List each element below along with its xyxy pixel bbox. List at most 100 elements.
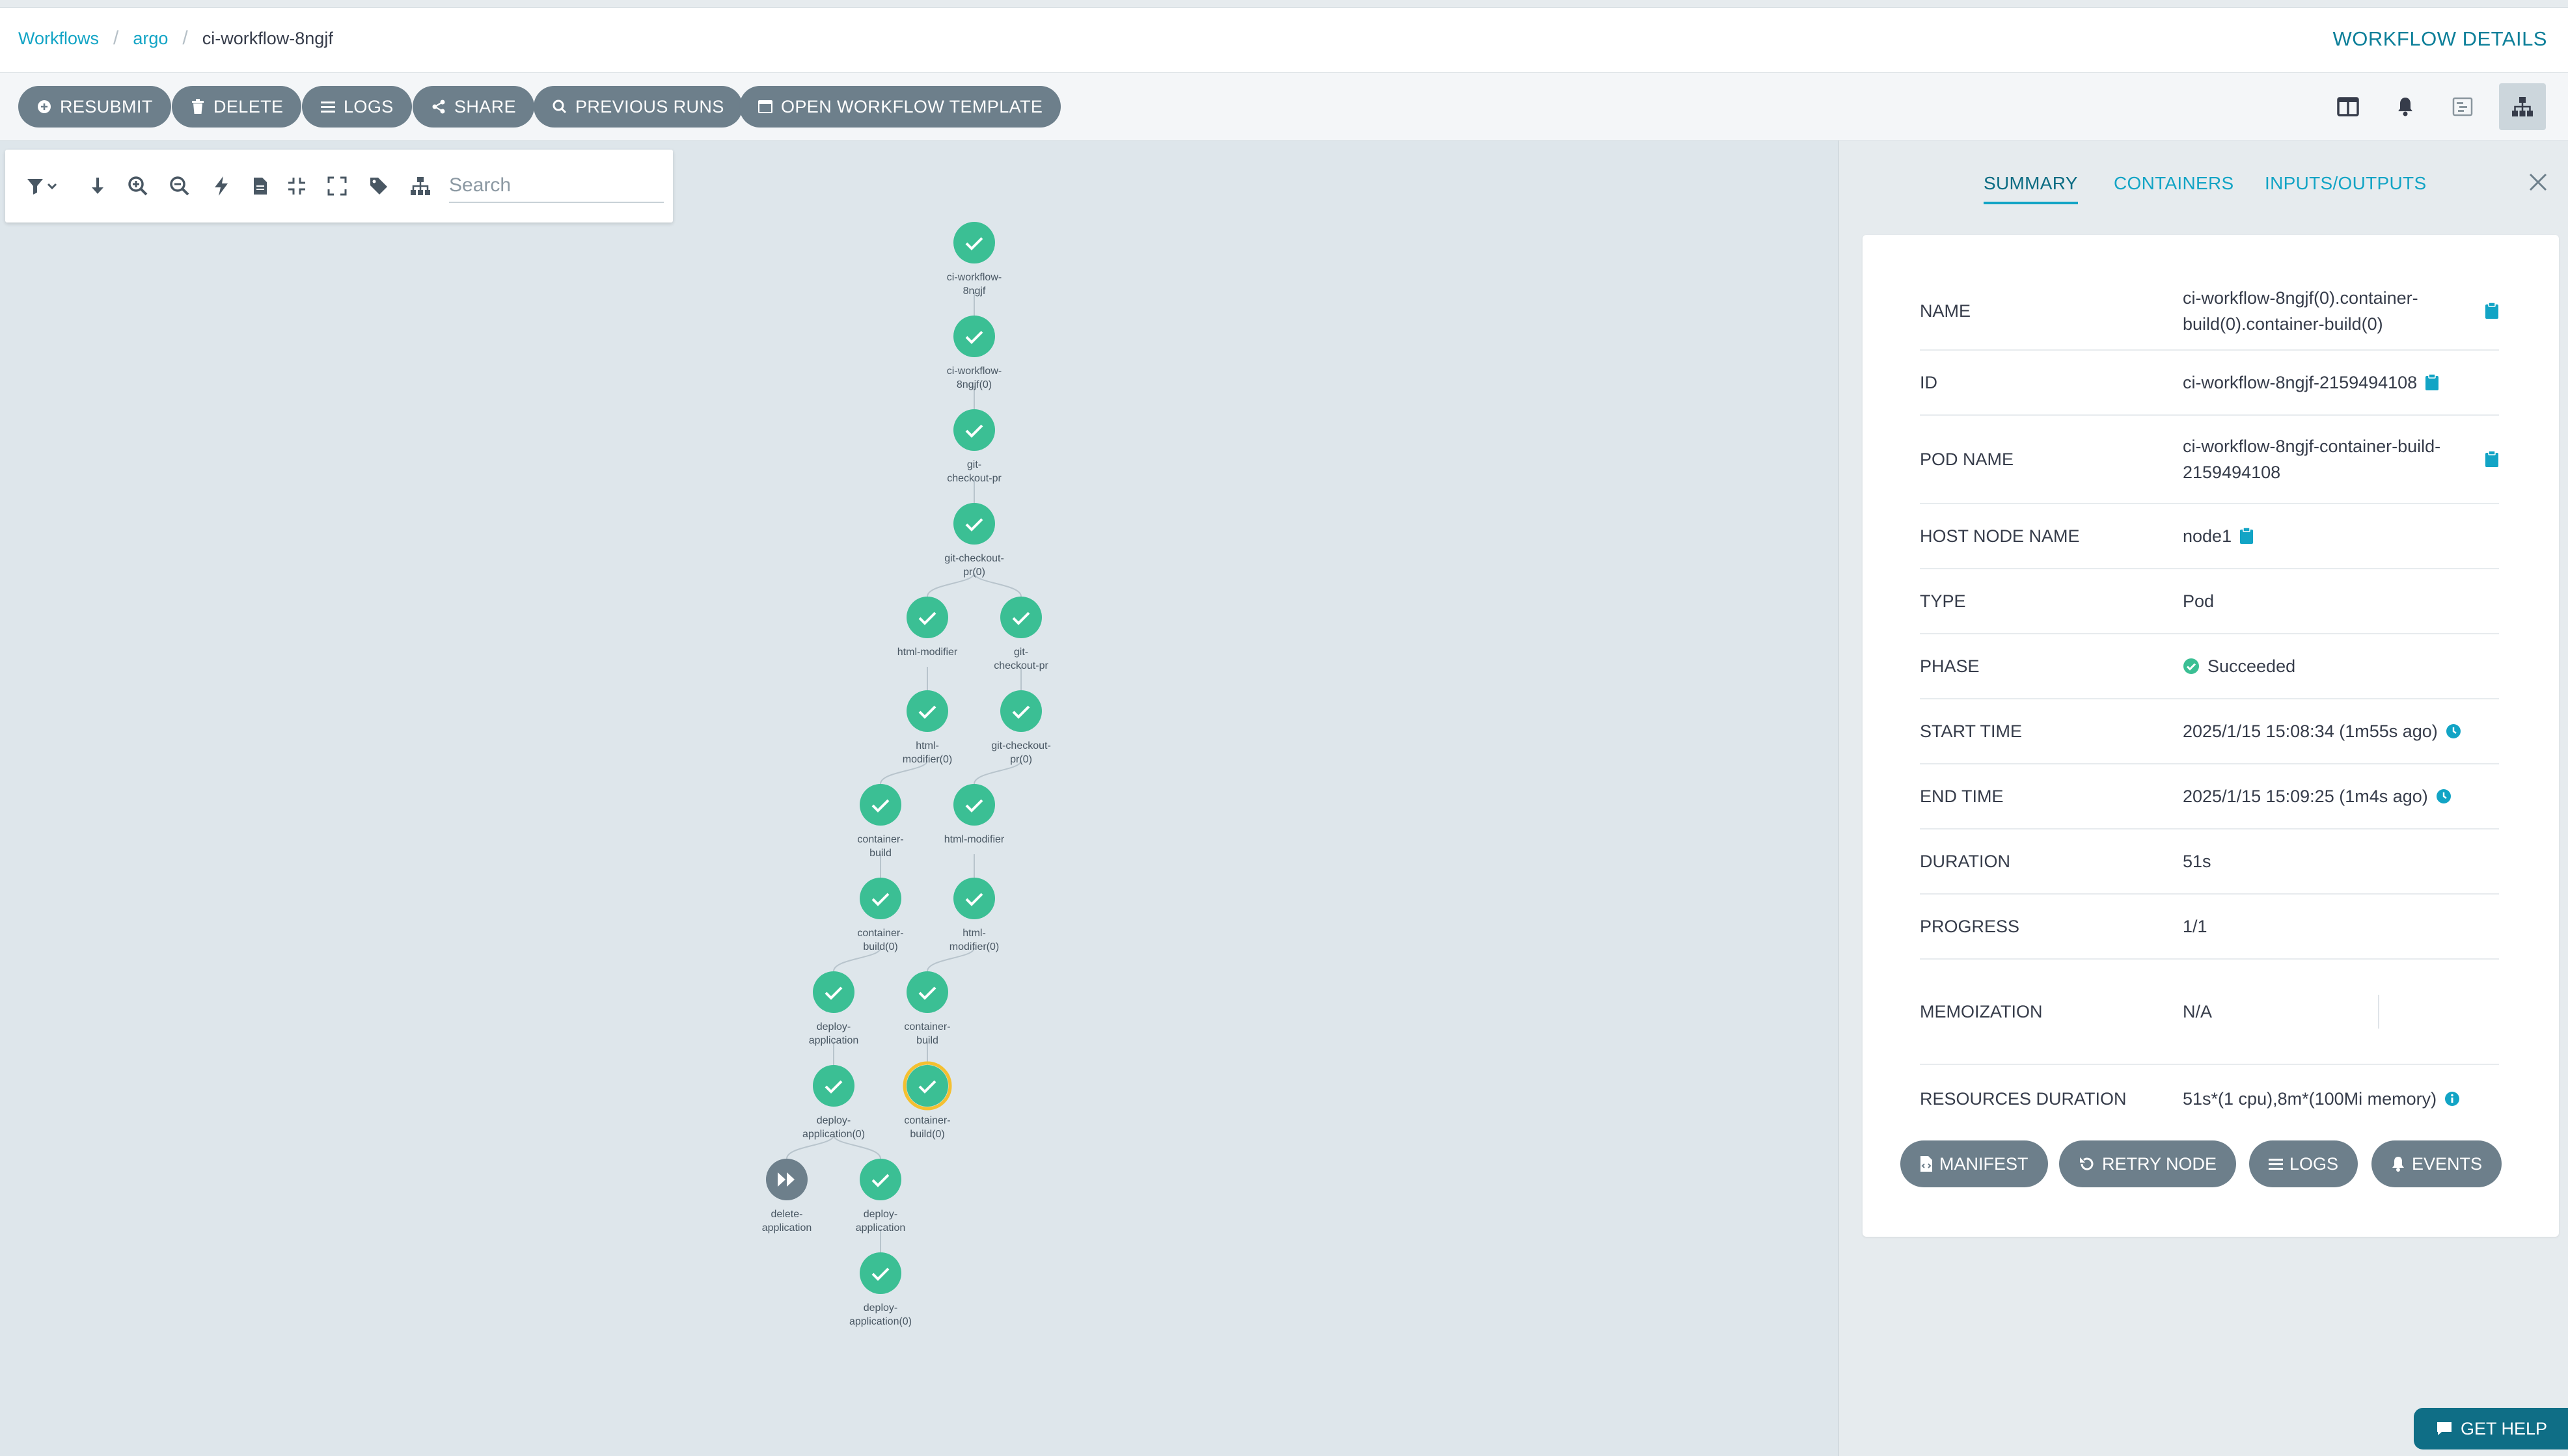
filter-dropdown-button[interactable]	[25, 173, 64, 199]
graph-node[interactable]: deploy-application(0)	[802, 1065, 865, 1140]
zoom-out-button[interactable]	[167, 173, 193, 199]
graph-node[interactable]: git-checkout-pr	[994, 597, 1048, 671]
share-button[interactable]: SHARE	[413, 86, 535, 128]
notifications-button[interactable]	[2384, 86, 2426, 128]
graph-node[interactable]: git-checkout-pr(0)	[991, 690, 1051, 765]
graph-node[interactable]: ci-workflow- 8ngjf(0)	[947, 316, 1002, 390]
zoom-in-button[interactable]	[125, 173, 151, 199]
node-circle[interactable]	[953, 503, 995, 545]
tab-inputs-outputs[interactable]: INPUTS/OUTPUTS	[2265, 173, 2426, 194]
retry-node-button[interactable]: RETRY NODE	[2059, 1140, 2237, 1187]
manifest-button[interactable]: MANIFEST	[1900, 1140, 2048, 1187]
node-circle[interactable]	[1000, 597, 1042, 638]
delete-button[interactable]: DELETE	[172, 86, 302, 128]
retry-node-label: RETRY NODE	[2102, 1153, 2217, 1174]
open-workflow-template-label: OPEN WORKFLOW TEMPLATE	[781, 96, 1043, 116]
graph-node[interactable]: git-checkout-pr(0)	[944, 503, 1004, 578]
host-node-name-value: node1	[2183, 526, 2232, 546]
artifacts-button[interactable]	[247, 173, 273, 199]
node-circle[interactable]	[907, 690, 948, 732]
row-pod-name: POD NAME ci-workflow-8ngjf-container-bui…	[1920, 416, 2499, 504]
type-label: TYPE	[1920, 591, 1966, 611]
node-label: build(0)	[863, 941, 897, 952]
clock-icon	[2436, 789, 2451, 803]
node-circle[interactable]	[907, 597, 948, 638]
graph-node[interactable]: deploy-application	[809, 971, 859, 1046]
node-circle[interactable]	[860, 784, 901, 826]
phase-value-group: Succeeded	[2183, 653, 2295, 679]
graph-node[interactable]: container-build(0)	[857, 878, 904, 952]
node-label: build(0)	[910, 1129, 944, 1140]
zoom-in-icon	[128, 176, 148, 196]
graph-search-input[interactable]	[449, 169, 664, 203]
node-circle[interactable]	[953, 409, 995, 451]
labels-button[interactable]	[366, 173, 392, 199]
node-circle[interactable]	[860, 878, 901, 919]
get-help-button[interactable]: GET HELP	[2413, 1408, 2568, 1449]
node-logs-button[interactable]: LOGS	[2249, 1140, 2358, 1187]
tab-summary[interactable]: SUMMARY	[1984, 173, 2078, 204]
graph-node[interactable]: ci-workflow- 8ngjf	[947, 222, 1002, 297]
sitemap-icon	[411, 177, 430, 195]
action-bar: RESUBMIT DELETE LOGS SHARE PREVIOUS RUNS…	[0, 73, 2568, 141]
graph-node[interactable]: html-modifier	[944, 784, 1005, 845]
graph-view-button[interactable]	[2499, 83, 2546, 130]
copy-host-node-button[interactable]	[2239, 528, 2254, 545]
split-view-button[interactable]	[2327, 86, 2369, 128]
resources-duration-label: RESOURCES DURATION	[1920, 1088, 2127, 1109]
graph-node[interactable]: container-build	[857, 784, 904, 859]
graph-node[interactable]: html-modifier	[897, 597, 958, 658]
breadcrumb-namespace[interactable]: argo	[133, 29, 168, 49]
graph-node[interactable]: deploy-application(0)	[849, 1252, 912, 1327]
node-label: html-modifier	[944, 834, 1005, 845]
phase-value: Succeeded	[2207, 656, 2296, 676]
graph-node[interactable]: delete-application	[762, 1159, 812, 1234]
logs-button[interactable]: LOGS	[302, 86, 412, 128]
node-circle[interactable]	[953, 222, 995, 263]
graph-node[interactable]: deploy-application	[856, 1159, 906, 1234]
node-circle[interactable]	[953, 784, 995, 826]
copy-pod-name-button[interactable]	[2485, 451, 2499, 468]
timeline-view-button[interactable]	[2442, 86, 2483, 128]
share-label: SHARE	[454, 96, 517, 116]
node-circle[interactable]	[813, 971, 854, 1013]
close-panel-button[interactable]	[2526, 170, 2550, 194]
node-circle[interactable]	[907, 1065, 948, 1107]
node-circle[interactable]	[907, 971, 948, 1013]
node-circle[interactable]	[860, 1252, 901, 1294]
node-circle[interactable]	[953, 878, 995, 919]
get-help-label: GET HELP	[2460, 1418, 2547, 1438]
node-label: build	[869, 848, 892, 859]
copy-id-button[interactable]	[2425, 374, 2439, 391]
previous-runs-button[interactable]: PREVIOUS RUNS	[534, 86, 743, 128]
node-circle[interactable]	[860, 1159, 901, 1200]
info-icon[interactable]	[2444, 1091, 2460, 1107]
graph-node[interactable]: html-modifier(0)	[903, 690, 952, 765]
expand-button[interactable]	[324, 173, 350, 199]
node-circle[interactable]	[1000, 690, 1042, 732]
node-label: 8ngjf	[963, 286, 986, 297]
plus-circle-icon	[36, 99, 52, 115]
layout-button[interactable]	[407, 173, 433, 199]
tab-containers[interactable]: CONTAINERS	[2114, 173, 2234, 194]
node-label: application(0)	[802, 1129, 865, 1140]
breadcrumb-workflows[interactable]: Workflows	[18, 29, 99, 49]
open-workflow-template-button[interactable]: OPEN WORKFLOW TEMPLATE	[739, 86, 1061, 128]
download-button[interactable]	[85, 173, 111, 199]
resubmit-button[interactable]: RESUBMIT	[18, 86, 171, 128]
node-label: ci-workflow-	[947, 366, 1002, 377]
panel-tabs: SUMMARY CONTAINERS INPUTS/OUTPUTS	[1839, 141, 2568, 212]
node-label: checkout-pr	[994, 660, 1048, 671]
copy-name-button[interactable]	[2485, 303, 2499, 319]
events-button[interactable]: EVENTS	[2371, 1140, 2502, 1187]
node-circle[interactable]	[813, 1065, 854, 1107]
fast-forward-button[interactable]	[208, 173, 234, 199]
collapse-button[interactable]	[284, 173, 310, 199]
node-details-panel: SUMMARY CONTAINERS INPUTS/OUTPUTS NAME c…	[1838, 141, 2568, 1456]
graph-node[interactable]: container-build(0)	[903, 1061, 952, 1140]
graph-node[interactable]: container-build	[904, 971, 951, 1046]
node-circle[interactable]	[953, 316, 995, 357]
graph-node[interactable]: html-modifier(0)	[949, 878, 999, 952]
graph-node[interactable]: git-checkout-pr	[947, 409, 1002, 484]
node-label: ci-workflow-	[947, 272, 1002, 283]
